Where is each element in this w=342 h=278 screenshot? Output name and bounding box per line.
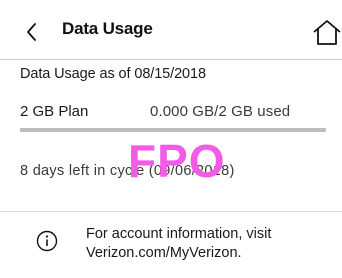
header-bar: Data Usage <box>0 0 342 60</box>
account-info-link[interactable]: Verizon.com/MyVerizon. <box>86 245 242 261</box>
home-button[interactable] <box>312 18 342 46</box>
header-divider <box>0 59 342 60</box>
usage-progress-bar <box>20 128 326 132</box>
info-icon <box>36 230 58 252</box>
section-divider <box>0 211 342 212</box>
account-info-text: For account information, visit <box>86 226 272 242</box>
fpo-watermark: FPO <box>128 135 226 187</box>
data-usage-as-of: Data Usage as of 08/15/2018 <box>20 66 206 82</box>
back-button[interactable] <box>22 20 40 44</box>
usage-amount: 0.000 GB/2 GB used <box>150 103 291 120</box>
chevron-left-icon <box>27 23 36 41</box>
plan-label: 2 GB Plan <box>20 103 89 120</box>
page-title: Data Usage <box>62 19 153 38</box>
home-icon <box>313 20 341 45</box>
